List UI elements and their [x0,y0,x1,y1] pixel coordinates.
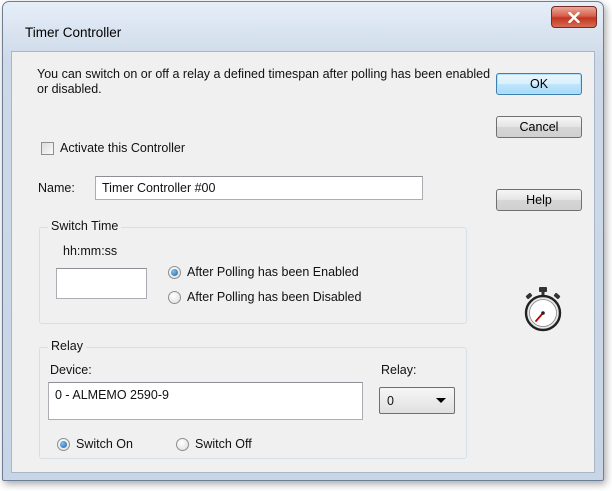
name-label: Name: [38,181,75,195]
name-input[interactable]: Timer Controller #00 [95,176,423,200]
time-format-label: hh:mm:ss [63,244,118,258]
close-button[interactable] [551,6,597,28]
after-disabled-label[interactable]: After Polling has been Disabled [187,290,361,304]
switch-off-label[interactable]: Switch Off [195,437,252,451]
window-title: Timer Controller [25,25,122,40]
switch-off-radio[interactable] [176,438,189,451]
after-enabled-radio[interactable] [168,266,181,279]
switch-time-group-label: Switch Time [48,219,122,233]
chevron-down-icon [436,398,446,403]
activate-checkbox[interactable] [41,142,54,155]
switch-time-input[interactable] [56,268,147,299]
description-text: You can switch on or off a relay a defin… [37,67,491,96]
cancel-button[interactable]: Cancel [496,116,582,138]
after-disabled-radio[interactable] [168,291,181,304]
relay-group-label: Relay [48,339,86,353]
device-field[interactable]: 0 - ALMEMO 2590-9 [48,382,363,420]
dialog-client-area: You can switch on or off a relay a defin… [11,51,595,473]
ok-button[interactable]: OK [496,73,582,95]
close-icon [568,11,580,23]
title-bar[interactable]: Timer Controller [3,2,603,40]
relay-select[interactable]: 0 [379,387,455,414]
activate-label[interactable]: Activate this Controller [60,141,185,155]
relay-select-value: 0 [387,394,394,408]
help-button[interactable]: Help [496,189,582,211]
switch-on-radio[interactable] [57,438,70,451]
relay-label: Relay: [381,363,417,377]
switch-on-label[interactable]: Switch On [76,437,133,451]
after-enabled-label[interactable]: After Polling has been Enabled [187,265,359,279]
dialog-window: Timer Controller You can switch on or of… [2,1,604,481]
stopwatch-icon [524,287,562,332]
device-label: Device: [50,363,92,377]
